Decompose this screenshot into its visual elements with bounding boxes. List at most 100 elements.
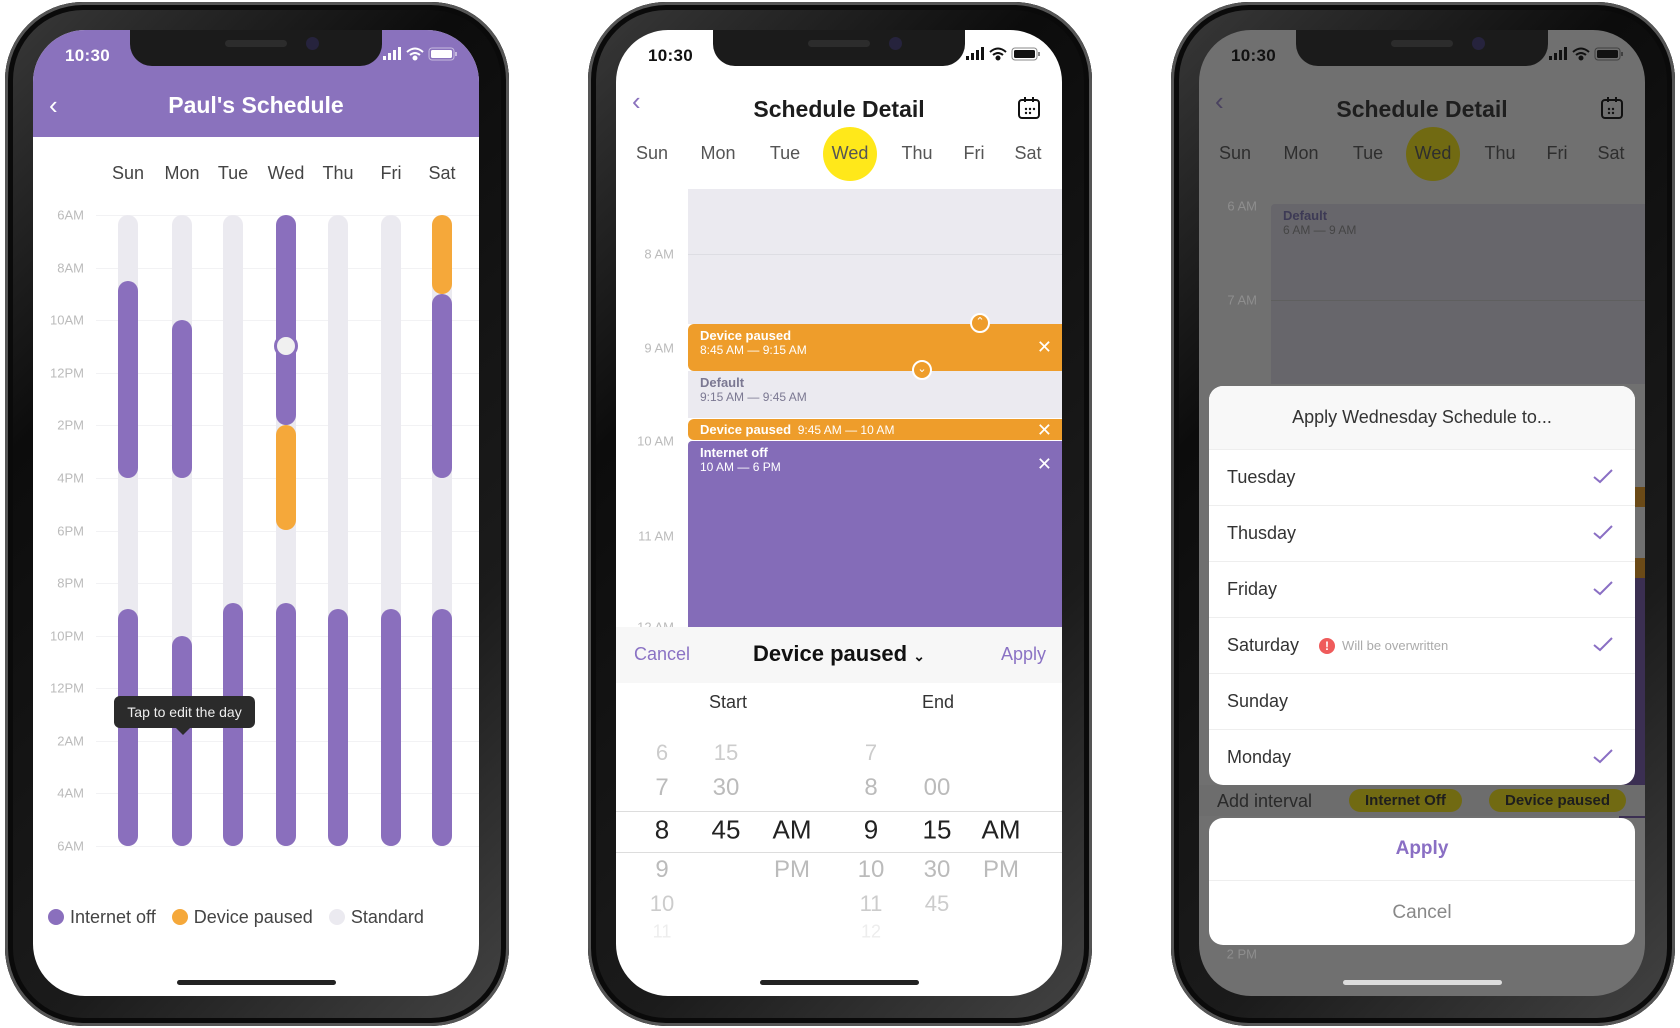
- time-label: 2 PM: [1226, 946, 1257, 962]
- day-tab-sun[interactable]: Sun: [636, 143, 668, 164]
- device-paused-segment[interactable]: [276, 425, 296, 531]
- day-tab-tue[interactable]: Tue: [1353, 143, 1383, 164]
- start-hour-option[interactable]: 7: [655, 774, 668, 802]
- start-hour-option[interactable]: 6: [656, 740, 668, 766]
- day-tab-mon[interactable]: Mon: [700, 143, 735, 164]
- checkmark-icon: [1593, 636, 1613, 657]
- day-header[interactable]: Sun: [112, 163, 144, 184]
- day-option-friday[interactable]: Friday: [1209, 561, 1635, 617]
- internet-off-segment[interactable]: [276, 602, 296, 846]
- end-ampm-option[interactable]: AM: [982, 815, 1021, 846]
- apply-button[interactable]: Apply: [1209, 818, 1635, 880]
- cancel-button[interactable]: Cancel: [1209, 880, 1635, 945]
- time-label: 10 AM: [637, 433, 674, 449]
- interval-name: Internet off: [700, 445, 768, 460]
- internet-off-segment[interactable]: [118, 280, 138, 478]
- day-tab-wed[interactable]: Wed: [832, 143, 869, 164]
- day-tab-thu[interactable]: Thu: [1484, 143, 1515, 164]
- day-header[interactable]: Mon: [164, 163, 199, 184]
- device-paused-segment[interactable]: [432, 215, 452, 294]
- day-option-thusday[interactable]: Thusday: [1209, 505, 1635, 561]
- calendar-icon[interactable]: [1017, 96, 1041, 120]
- start-hour-option[interactable]: 11: [653, 922, 672, 943]
- internet-off-segment[interactable]: [328, 609, 348, 846]
- status-icons: [1549, 47, 1625, 66]
- interval-name: Device paused: [700, 328, 792, 343]
- internet-off-segment[interactable]: [172, 320, 192, 478]
- day-header[interactable]: Wed: [268, 163, 305, 184]
- interval-default[interactable]: Default 6 AM — 9 AM: [1271, 204, 1645, 384]
- day-option-tuesday[interactable]: Tuesday: [1209, 449, 1635, 505]
- end-hour-option[interactable]: 10: [858, 856, 885, 884]
- day-header[interactable]: Sat: [428, 163, 455, 184]
- end-hour-option[interactable]: 7: [865, 740, 877, 766]
- start-ampm-option[interactable]: PM: [774, 856, 810, 884]
- day-tab-sat[interactable]: Sat: [1014, 143, 1041, 164]
- chip-internet-off[interactable]: Internet Off: [1349, 789, 1462, 812]
- chip-device-paused[interactable]: Device paused: [1489, 789, 1627, 812]
- drag-handle-up-icon[interactable]: ⌃: [970, 313, 990, 333]
- internet-off-segment[interactable]: [276, 215, 296, 426]
- end-ampm-option[interactable]: PM: [983, 856, 1019, 884]
- interval-default[interactable]: Default 9:15 AM — 9:45 AM: [688, 371, 1062, 418]
- day-option-monday[interactable]: Monday: [1209, 729, 1635, 785]
- internet-off-segment[interactable]: [432, 293, 452, 478]
- interval-internet-off[interactable]: Internet off 10 AM — 6 PM ✕: [688, 441, 1062, 627]
- day-tab-sun[interactable]: Sun: [1219, 143, 1251, 164]
- end-hour-option[interactable]: 12: [861, 922, 881, 943]
- day-tab-wed[interactable]: Wed: [1415, 143, 1452, 164]
- day-header[interactable]: Thu: [322, 163, 353, 184]
- end-hour-option[interactable]: 9: [864, 815, 878, 846]
- time-label: 6AM: [57, 838, 84, 854]
- day-tab-tue[interactable]: Tue: [770, 143, 800, 164]
- time-label: 2PM: [57, 417, 84, 433]
- weekly-schedule-chart: 6AM 8AM 10AM 12PM 2PM 4PM 6PM 8PM 10PM 12PM 2AM 4AM…: [33, 30, 479, 996]
- start-minute-option[interactable]: 30: [713, 774, 740, 802]
- status-time: 10:30: [1231, 46, 1276, 65]
- start-hour-option[interactable]: 10: [650, 891, 674, 917]
- interval-device-paused[interactable]: Device paused 9:45 AM — 10 AM ✕: [688, 419, 1062, 440]
- calendar-icon[interactable]: [1600, 96, 1624, 120]
- end-minute-option[interactable]: 30: [924, 856, 951, 884]
- start-hour-option[interactable]: 9: [655, 856, 668, 884]
- close-icon[interactable]: ✕: [1037, 338, 1052, 356]
- day-tab-thu[interactable]: Thu: [901, 143, 932, 164]
- internet-off-segment[interactable]: [172, 635, 192, 846]
- end-minute-option[interactable]: 15: [923, 815, 952, 846]
- day-options: Tuesday Thusday Friday Saturday! Will be ove…: [1209, 449, 1635, 785]
- day-header[interactable]: Tue: [218, 163, 248, 184]
- start-hour-option[interactable]: 8: [655, 815, 669, 846]
- apply-button[interactable]: Apply: [1001, 644, 1046, 665]
- interval-name: Device paused: [700, 422, 792, 437]
- end-hour-option[interactable]: 11: [860, 891, 883, 917]
- end-minute-option[interactable]: 00: [924, 774, 951, 802]
- day-tab-sat[interactable]: Sat: [1597, 143, 1624, 164]
- day-tab-mon[interactable]: Mon: [1283, 143, 1318, 164]
- internet-off-segment[interactable]: [381, 609, 401, 846]
- day-option-sunday[interactable]: Sunday: [1209, 673, 1635, 729]
- start-minute-option[interactable]: 15: [714, 740, 738, 766]
- start-ampm-option[interactable]: AM: [773, 815, 812, 846]
- start-minute-option[interactable]: 45: [712, 815, 741, 846]
- gridline: [96, 846, 479, 847]
- close-icon[interactable]: ✕: [1037, 455, 1052, 473]
- day-tab-fri[interactable]: Fri: [964, 143, 985, 164]
- tooltip: Tap to edit the day: [114, 696, 255, 735]
- day-tab-fri[interactable]: Fri: [1547, 143, 1568, 164]
- close-icon[interactable]: ✕: [1037, 421, 1052, 439]
- notch: [130, 30, 382, 66]
- cancel-button[interactable]: Cancel: [634, 644, 690, 665]
- page-title: Schedule Detail: [1336, 96, 1508, 122]
- internet-off-segment[interactable]: [432, 609, 452, 846]
- interval-time: 9:45 AM — 10 AM: [797, 423, 895, 437]
- day-option-saturday[interactable]: Saturday! Will be overwritten: [1209, 617, 1635, 673]
- day-header[interactable]: Fri: [381, 163, 402, 184]
- legend-dot-icon: [48, 909, 64, 925]
- legend-label: Device paused: [193, 907, 313, 927]
- end-minute-option[interactable]: 45: [925, 891, 949, 917]
- legend-dot-icon: [328, 909, 345, 925]
- home-indicator: [177, 980, 336, 985]
- interval-device-paused[interactable]: Device paused 8:45 AM — 9:15 AM ✕: [688, 324, 1062, 371]
- drag-handle-down-icon[interactable]: ⌄: [912, 360, 932, 380]
- end-hour-option[interactable]: 8: [864, 774, 877, 802]
